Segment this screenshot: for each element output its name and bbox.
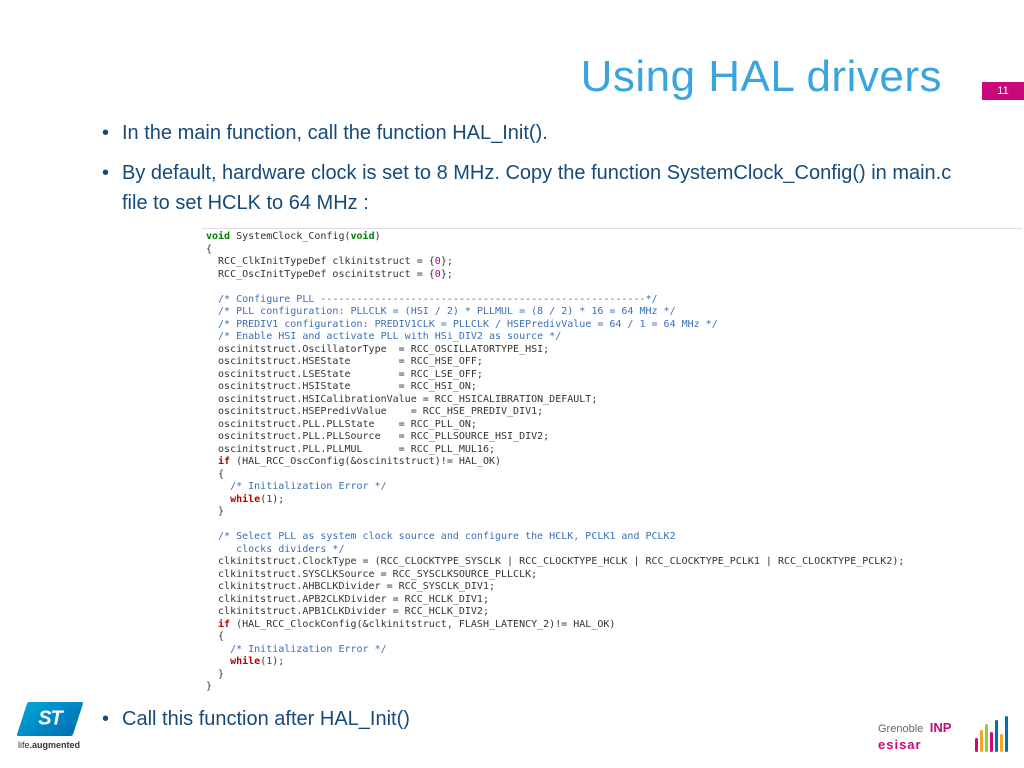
code-text: ) <box>375 231 381 242</box>
code-comment: /* Configure PLL -----------------------… <box>206 294 658 305</box>
code-comment: /* Initialization Error */ <box>206 644 387 655</box>
code-text: (HAL_RCC_OscConfig(&oscinitstruct)!= HAL… <box>230 456 501 467</box>
code-comment: /* PLL configuration: PLLCLK = (HSI / 2)… <box>206 306 676 317</box>
bullet-2: By default, hardware clock is set to 8 M… <box>102 158 964 218</box>
st-logo: life.augmented <box>22 702 102 750</box>
page-number-badge: 11 <box>982 82 1024 100</box>
bullet-3: Call this function after HAL_Init() <box>102 704 964 734</box>
keyword-while: while <box>206 656 260 667</box>
code-text: (HAL_RCC_ClockConfig(&clkinitstruct, FLA… <box>230 619 615 630</box>
slide-title: Using HAL drivers <box>581 52 942 102</box>
code-text: clkinitstruct.APB1CLKDivider = RCC_HCLK_… <box>206 606 489 617</box>
code-text: RCC_OscInitTypeDef oscinitstruct = { <box>206 269 435 280</box>
code-text: oscinitstruct.HSEState = RCC_HSE_OFF; <box>206 356 483 367</box>
keyword-void: void <box>206 231 230 242</box>
code-text: oscinitstruct.LSEState = RCC_LSE_OFF; <box>206 369 483 380</box>
logo-text: INP <box>930 720 952 735</box>
code-text: clkinitstruct.SYSCLKSource = RCC_SYSCLKS… <box>206 569 537 580</box>
grenoble-inp-logo: Grenoble INP esisar <box>878 719 1008 752</box>
bullet-1: In the main function, call the function … <box>102 118 964 148</box>
code-text: clkinitstruct.ClockType = (RCC_CLOCKTYPE… <box>206 556 904 567</box>
code-text: oscinitstruct.PLL.PLLSource = RCC_PLLSOU… <box>206 431 549 442</box>
code-text: clkinitstruct.APB2CLKDivider = RCC_HCLK_… <box>206 594 489 605</box>
code-text: ); <box>272 494 284 505</box>
keyword-while: while <box>206 494 260 505</box>
code-text: oscinitstruct.HSICalibrationValue = RCC_… <box>206 394 597 405</box>
code-text: oscinitstruct.HSEPredivValue = RCC_HSE_P… <box>206 406 543 417</box>
code-text: { <box>206 469 224 480</box>
code-text: }; <box>441 256 453 267</box>
logo-text: Grenoble <box>878 723 923 735</box>
logo-bars-icon <box>975 716 1008 752</box>
code-text: RCC_ClkInitTypeDef clkinitstruct = { <box>206 256 435 267</box>
code-text: } <box>206 681 212 692</box>
keyword-void: void <box>351 231 375 242</box>
keyword-if: if <box>206 619 230 630</box>
code-text: oscinitstruct.OscillatorType = RCC_OSCIL… <box>206 344 549 355</box>
code-text: { <box>206 244 212 255</box>
code-text: oscinitstruct.PLL.PLLState = RCC_PLL_ON; <box>206 419 477 430</box>
code-text: }; <box>441 269 453 280</box>
st-tagline: life.augmented <box>18 740 102 750</box>
code-comment: /* PREDIV1 configuration: PREDIV1CLK = P… <box>206 319 718 330</box>
code-text: { <box>206 631 224 642</box>
keyword-if: if <box>206 456 230 467</box>
code-text: } <box>206 669 224 680</box>
code-block: void SystemClock_Config(void) { RCC_ClkI… <box>202 228 1022 696</box>
code-comment: clocks dividers */ <box>206 544 344 555</box>
code-text: oscinitstruct.HSIState = RCC_HSI_ON; <box>206 381 477 392</box>
code-text: oscinitstruct.PLL.PLLMUL = RCC_PLL_MUL16… <box>206 444 495 455</box>
st-logo-icon <box>16 702 83 736</box>
code-text: ); <box>272 656 284 667</box>
code-comment: /* Enable HSI and activate PLL with HSi_… <box>206 331 561 342</box>
content-area: In the main function, call the function … <box>102 118 964 744</box>
code-text: } <box>206 506 224 517</box>
code-comment: /* Select PLL as system clock source and… <box>206 531 676 542</box>
code-comment: /* Initialization Error */ <box>206 481 387 492</box>
code-text: clkinitstruct.AHBCLKDivider = RCC_SYSCLK… <box>206 581 495 592</box>
code-text: SystemClock_Config( <box>230 231 350 242</box>
